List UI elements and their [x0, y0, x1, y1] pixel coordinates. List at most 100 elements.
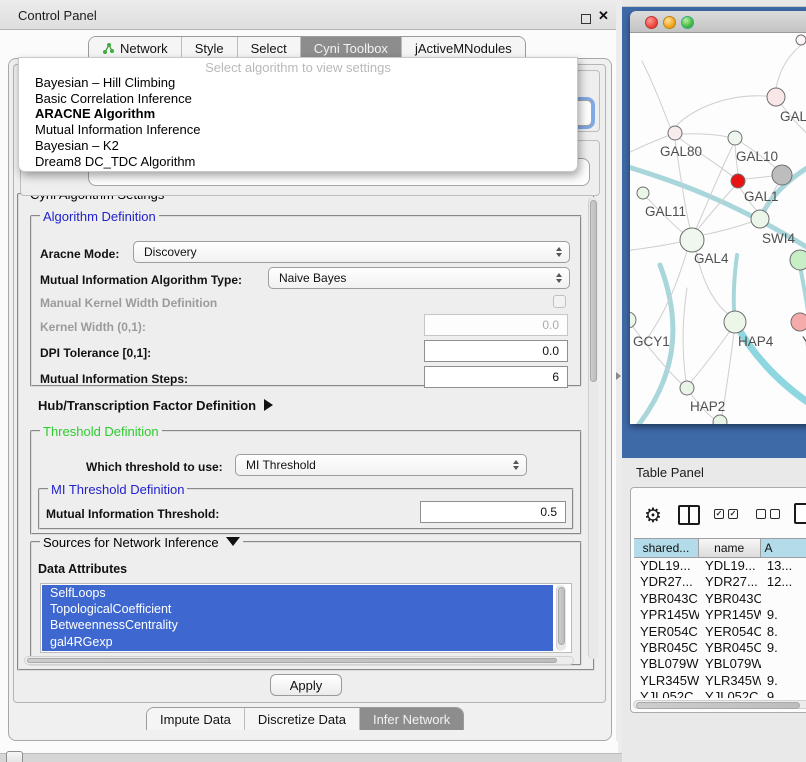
divider-collapse-arrow-icon[interactable]	[616, 372, 621, 380]
mi-type-combo[interactable]: Naive Bayes	[268, 267, 570, 289]
algorithm-option[interactable]: Bayesian – K2	[19, 138, 577, 154]
apply-button[interactable]: Apply	[270, 674, 342, 696]
hub-section-toggle[interactable]: Hub/Transcription Factor Definition	[38, 398, 273, 413]
column-header-name[interactable]: name	[699, 538, 761, 558]
bottom-panel-edge	[0, 753, 622, 762]
table-panel-title: Table Panel	[636, 465, 704, 480]
table-row[interactable]: YBR043CYBR043C	[634, 591, 806, 607]
network-edge[interactable]	[683, 288, 687, 381]
algorithm-option[interactable]: ARACNE Algorithm	[19, 106, 577, 122]
attribute-item-selected[interactable]: SelfLoops	[42, 585, 553, 601]
sources-toggle[interactable]: Sources for Network Inference	[40, 535, 243, 550]
network-node-gal80[interactable]	[668, 126, 682, 140]
attribute-list-scrollbar[interactable]	[556, 585, 566, 651]
network-view-window[interactable]: GALGAL80GAL10GAL1GAL11GAL4SWI4GCY1HAP4YH…	[630, 11, 806, 424]
tab-discretize-data[interactable]: Discretize Data	[245, 708, 360, 730]
node-table: shared... name A YDL19...YDL19...13...YD…	[634, 538, 806, 698]
panel-corner-button[interactable]	[6, 751, 23, 762]
column-header-clipped[interactable]: A	[761, 538, 806, 558]
network-node-gal4[interactable]	[680, 228, 704, 252]
columns-icon[interactable]	[678, 505, 700, 525]
file-export-icon[interactable]	[794, 503, 806, 524]
dpi-tolerance-field[interactable]: 0.0	[424, 340, 568, 362]
table-hscrollbar-thumb[interactable]	[636, 702, 800, 709]
table-row[interactable]: YDR27...YDR27...12...	[634, 574, 806, 590]
node-label: Y	[802, 334, 806, 349]
tab-cyni-toolbox[interactable]: Cyni Toolbox	[301, 37, 402, 59]
network-node-gal10[interactable]	[728, 131, 742, 145]
tab-style[interactable]: Style	[182, 37, 238, 59]
column-header-shared-name[interactable]: shared...	[634, 538, 699, 558]
attribute-item-selected[interactable]: TopologicalCoefficient	[42, 601, 553, 617]
algorithm-option[interactable]: Dream8 DC_TDC Algorithm	[19, 154, 577, 170]
network-edge[interactable]	[801, 271, 806, 311]
network-node-hap4[interactable]	[724, 311, 746, 333]
tab-select[interactable]: Select	[238, 37, 301, 59]
table-row[interactable]: YLR345WYLR345W9.	[634, 673, 806, 689]
table-row[interactable]: YER054CYER054C8.	[634, 624, 806, 640]
network-node[interactable]	[772, 165, 792, 185]
attribute-scrollbar-thumb[interactable]	[558, 587, 565, 645]
network-edge[interactable]	[691, 331, 730, 382]
network-edge[interactable]	[675, 96, 776, 127]
network-edge[interactable]	[776, 45, 801, 88]
which-threshold-combo[interactable]: MI Threshold	[235, 454, 527, 476]
kernel-width-field[interactable]: 0.0	[424, 314, 568, 336]
gear-icon[interactable]: ⚙	[644, 503, 662, 528]
network-edge[interactable]	[703, 222, 751, 235]
tab-impute-data[interactable]: Impute Data	[147, 708, 245, 730]
network-node-hap2[interactable]	[680, 381, 694, 395]
network-node-gal[interactable]	[767, 88, 785, 106]
table-cell: 12...	[761, 574, 806, 590]
deselect-all-checkboxes-icon[interactable]	[756, 509, 780, 519]
tab-label: Impute Data	[160, 712, 231, 727]
table-row[interactable]: YJL052CYJL052C9	[634, 689, 806, 698]
window-close-icon[interactable]	[645, 16, 658, 29]
network-node[interactable]	[713, 415, 727, 424]
select-all-checkboxes-icon[interactable]: ✓ ✓	[714, 509, 738, 519]
attribute-list[interactable]: SelfLoopsTopologicalCoefficientBetweenne…	[42, 585, 553, 651]
settings-hscrollbar-thumb[interactable]	[27, 658, 557, 663]
network-node-gal1[interactable]	[751, 210, 769, 228]
network-edge[interactable]	[682, 134, 728, 137]
network-node[interactable]	[796, 35, 806, 45]
network-node-swi4[interactable]	[790, 250, 806, 270]
table-row[interactable]: YBL079WYBL079W	[634, 656, 806, 672]
mi-steps-field[interactable]: 6	[424, 366, 568, 388]
algorithm-option[interactable]: Mutual Information Inference	[19, 122, 577, 138]
tab-infer-network[interactable]: Infer Network	[360, 708, 463, 730]
network-canvas[interactable]: GALGAL80GAL10GAL1GAL11GAL4SWI4GCY1HAP4YH…	[630, 33, 806, 424]
manual-kernel-checkbox[interactable]	[553, 295, 566, 308]
table-row[interactable]: YDL19...YDL19...13...	[634, 558, 806, 574]
table-hscrollbar[interactable]	[633, 700, 806, 709]
tab-network[interactable]: Network	[89, 37, 182, 59]
aracne-mode-combo[interactable]: Discovery	[133, 241, 570, 263]
network-edge[interactable]	[745, 176, 772, 179]
network-edge[interactable]	[644, 251, 687, 343]
network-edge[interactable]	[642, 61, 670, 127]
algorithm-option[interactable]: Bayesian – Hill Climbing	[19, 75, 577, 91]
network-node[interactable]	[731, 174, 745, 188]
float-window-icon[interactable]	[581, 14, 591, 24]
table-row[interactable]: YBR045CYBR045C9.	[634, 640, 806, 656]
table-row[interactable]: YPR145WYPR145W9.	[634, 607, 806, 623]
attribute-item-selected[interactable]: gal4RGexp	[42, 634, 553, 650]
network-node-gcy1[interactable]	[630, 312, 636, 328]
table-body: YDL19...YDL19...13...YDR27...YDR27...12.…	[634, 558, 806, 698]
settings-scrollbar[interactable]	[588, 197, 598, 659]
window-minimize-icon[interactable]	[663, 16, 676, 29]
network-edge[interactable]	[630, 242, 680, 251]
settings-scrollbar-thumb[interactable]	[590, 200, 597, 382]
dpi-tolerance-value: 0.0	[542, 344, 559, 358]
table-header-row: shared... name A	[634, 538, 806, 558]
network-node-gal11[interactable]	[637, 187, 649, 199]
close-icon[interactable]: ✕	[598, 8, 609, 24]
network-node-y[interactable]	[791, 313, 806, 331]
window-zoom-icon[interactable]	[681, 16, 694, 29]
tab-jactivemnodules[interactable]: jActiveMNodules	[402, 37, 525, 59]
attribute-item-selected[interactable]: BetweennessCentrality	[42, 617, 553, 633]
algorithm-option[interactable]: Basic Correlation Inference	[19, 91, 577, 107]
settings-hscrollbar[interactable]	[24, 656, 574, 665]
network-window-titlebar[interactable]	[630, 11, 806, 33]
mi-threshold-field[interactable]: 0.5	[420, 501, 566, 523]
